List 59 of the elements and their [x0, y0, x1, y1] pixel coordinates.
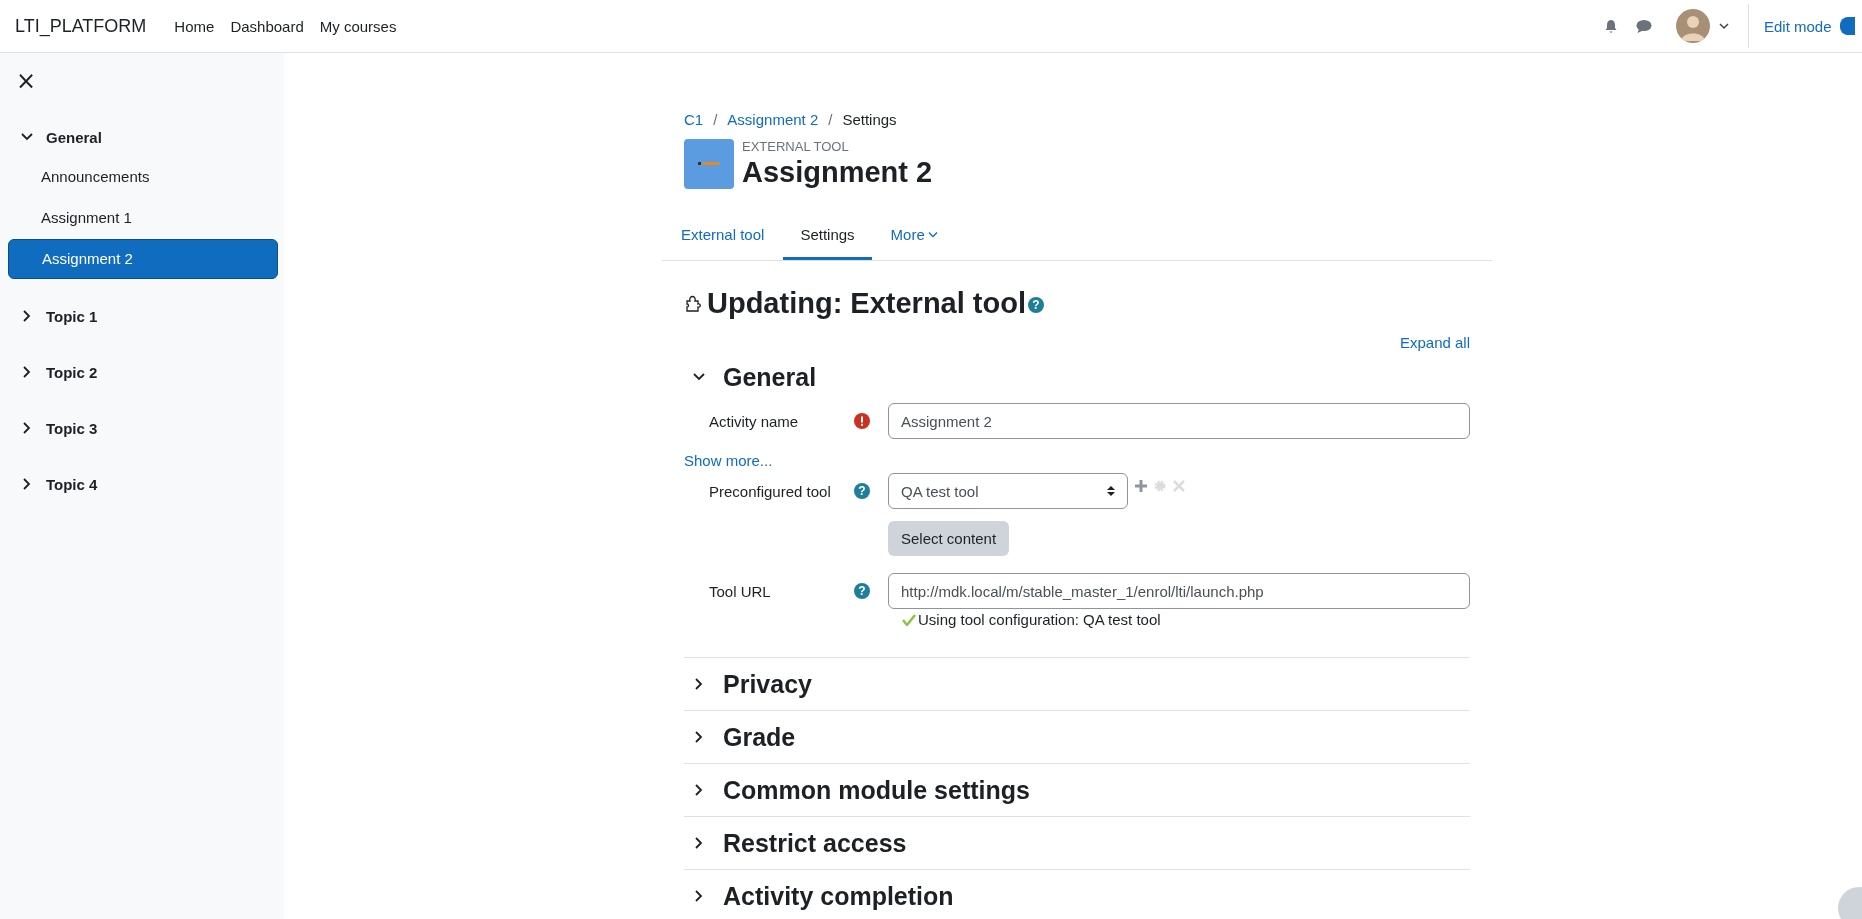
dropdown-select[interactable]: QA test tool	[888, 473, 1128, 509]
nav-tab[interactable]: External tool	[664, 211, 782, 260]
text-field[interactable]: Assignment 2	[888, 403, 1470, 439]
close-button[interactable]: ×	[16, 69, 36, 93]
activity-item[interactable]: Announcements	[8, 157, 278, 197]
plus-icon[interactable]	[1135, 480, 1147, 492]
section-header[interactable]: General	[684, 351, 1470, 403]
nav-link[interactable]: Home	[174, 17, 215, 35]
caret-icon	[927, 230, 938, 238]
show-more-link[interactable]: Show more...	[684, 452, 1470, 469]
speech-bubble-icon[interactable]	[1636, 18, 1652, 34]
user-avatar[interactable]	[1676, 9, 1710, 43]
breadcrumb-link[interactable]: Assignment 2	[727, 111, 819, 128]
section-item[interactable]: Topic 2	[0, 352, 284, 392]
page-heading: Assignment 2	[742, 155, 933, 189]
nav-link[interactable]: Dashboard	[230, 17, 304, 35]
puzzle-piece-icon	[684, 294, 702, 313]
nav-link[interactable]: My courses	[319, 17, 397, 35]
breadcrumb-current: Settings	[842, 111, 897, 128]
nav-tab[interactable]: More	[873, 211, 955, 260]
section-title[interactable]: Topic 3	[46, 419, 98, 437]
section-title[interactable]: Topic 1	[46, 307, 98, 325]
section-header[interactable]: Privacy	[684, 658, 1470, 710]
caret-icon[interactable]	[1718, 22, 1730, 30]
section-item[interactable]: Topic 1	[0, 296, 284, 336]
nav-tab[interactable]: Settings	[783, 211, 872, 260]
help-icon[interactable]: ?	[1028, 296, 1044, 313]
check-mark-icon	[902, 613, 916, 626]
breadcrumb-separator: /	[713, 111, 718, 128]
edit-mode-label: Edit mode	[1764, 17, 1832, 35]
section-header[interactable]: Grade	[684, 711, 1470, 763]
activity-item[interactable]: Assignment 1	[8, 198, 278, 238]
sort-arrows-icon	[1107, 485, 1115, 497]
logo-icon	[698, 161, 720, 167]
section-item[interactable]: Topic 4	[0, 464, 284, 504]
section-header[interactable]: Restrict access	[684, 817, 1470, 869]
section-title[interactable]: General	[46, 128, 102, 146]
section-title[interactable]: Topic 4	[46, 475, 98, 493]
field-label: Activity name	[709, 412, 799, 430]
select-content-button[interactable]: Select content	[888, 521, 1010, 556]
activity-item[interactable]: Assignment 2	[8, 239, 278, 279]
section-header[interactable]: Activity completion	[684, 870, 1470, 919]
toggle-switch[interactable]	[1839, 17, 1855, 35]
field-label: Preconfigured tool	[709, 482, 831, 500]
text-field[interactable]: http://mdk.local/m/stable_master_1/enrol/lti/launch.php	[888, 573, 1470, 609]
section-header[interactable]: Common module settings	[684, 764, 1470, 816]
activity-type: EXTERNAL TOOL	[742, 139, 850, 154]
section-item[interactable]: Topic 3	[0, 408, 284, 448]
field-label: Tool URL	[709, 582, 771, 600]
breadcrumb-link[interactable]: C1	[684, 111, 704, 128]
help-icon[interactable]: ?	[854, 583, 870, 599]
expand-all-link[interactable]: Expand all	[1399, 334, 1470, 351]
site-name[interactable]: LTI_PLATFORM	[15, 15, 147, 37]
status-message: Using tool configuration: QA test tool	[918, 611, 1161, 628]
section-title[interactable]: Topic 2	[46, 363, 98, 381]
form-title: Updating: External tool	[707, 287, 1026, 320]
breadcrumb-separator: /	[828, 111, 833, 128]
help-icon[interactable]: ?	[854, 483, 870, 499]
section-item[interactable]: General	[0, 117, 284, 157]
